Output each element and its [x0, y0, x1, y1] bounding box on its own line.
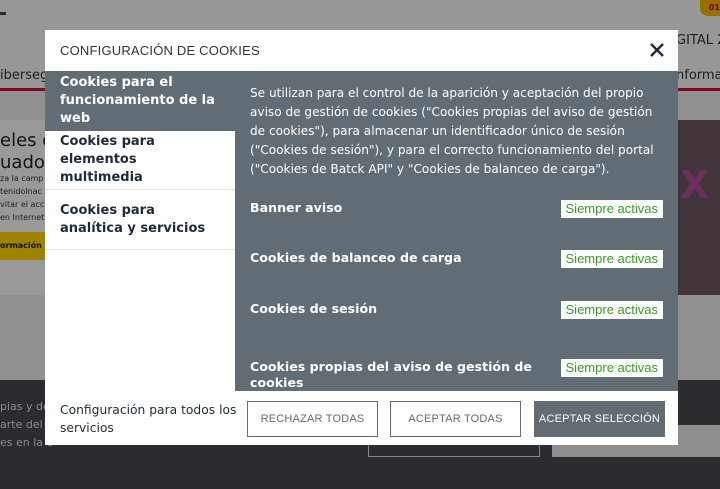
- tab-label: Cookies para el funcionamiento de la web: [60, 75, 215, 126]
- dialog-header: CONFIGURACIÓN DE COOKIES: [45, 30, 678, 71]
- cookie-item-name: Cookies propias del aviso de gestión de …: [250, 359, 532, 390]
- always-active-badge: Siempre activas: [560, 250, 663, 268]
- accept-all-button[interactable]: ACEPTAR TODAS: [390, 401, 521, 437]
- accept-selection-button[interactable]: ACEPTAR SELECCIÓN: [534, 401, 665, 437]
- cookie-item-name: Banner aviso: [250, 200, 343, 215]
- all-services-settings-label: Configuración para todos los servicios: [60, 403, 237, 435]
- tab-web-functionality[interactable]: Cookies para el funcionamiento de la web: [45, 71, 235, 131]
- always-active-badge: Siempre activas: [560, 301, 663, 319]
- cookie-item-name: Cookies de sesión: [250, 301, 378, 316]
- tab-content-panel: Se utilizan para el control de la aparic…: [235, 71, 678, 391]
- dialog-footer: Configuración para todos los servicios R…: [45, 391, 678, 445]
- cookie-category-tabs: Cookies para el funcionamiento de la web…: [45, 71, 235, 391]
- dialog-body: Cookies para el funcionamiento de la web…: [45, 71, 678, 391]
- always-active-badge: Siempre activas: [560, 200, 663, 218]
- always-active-badge: Siempre activas: [560, 359, 663, 377]
- dialog-title: CONFIGURACIÓN DE COOKIES: [60, 43, 260, 58]
- reject-all-button[interactable]: RECHAZAR TODAS: [247, 401, 378, 437]
- tab-multimedia[interactable]: Cookies para elementos multimedia: [45, 131, 235, 190]
- cookie-item-name: Cookies de balanceo de carga: [250, 250, 462, 265]
- close-icon: [650, 43, 664, 57]
- cookie-settings-dialog: CONFIGURACIÓN DE COOKIES Cookies para el…: [45, 30, 678, 445]
- tab-label: Cookies para analítica y servicios: [60, 202, 206, 236]
- tab-label: Cookies para elementos multimedia: [60, 134, 155, 185]
- tab-analytics[interactable]: Cookies para analítica y servicios: [45, 190, 235, 250]
- category-description: Se utilizan para el control de la aparic…: [250, 86, 654, 176]
- close-button[interactable]: [648, 40, 666, 60]
